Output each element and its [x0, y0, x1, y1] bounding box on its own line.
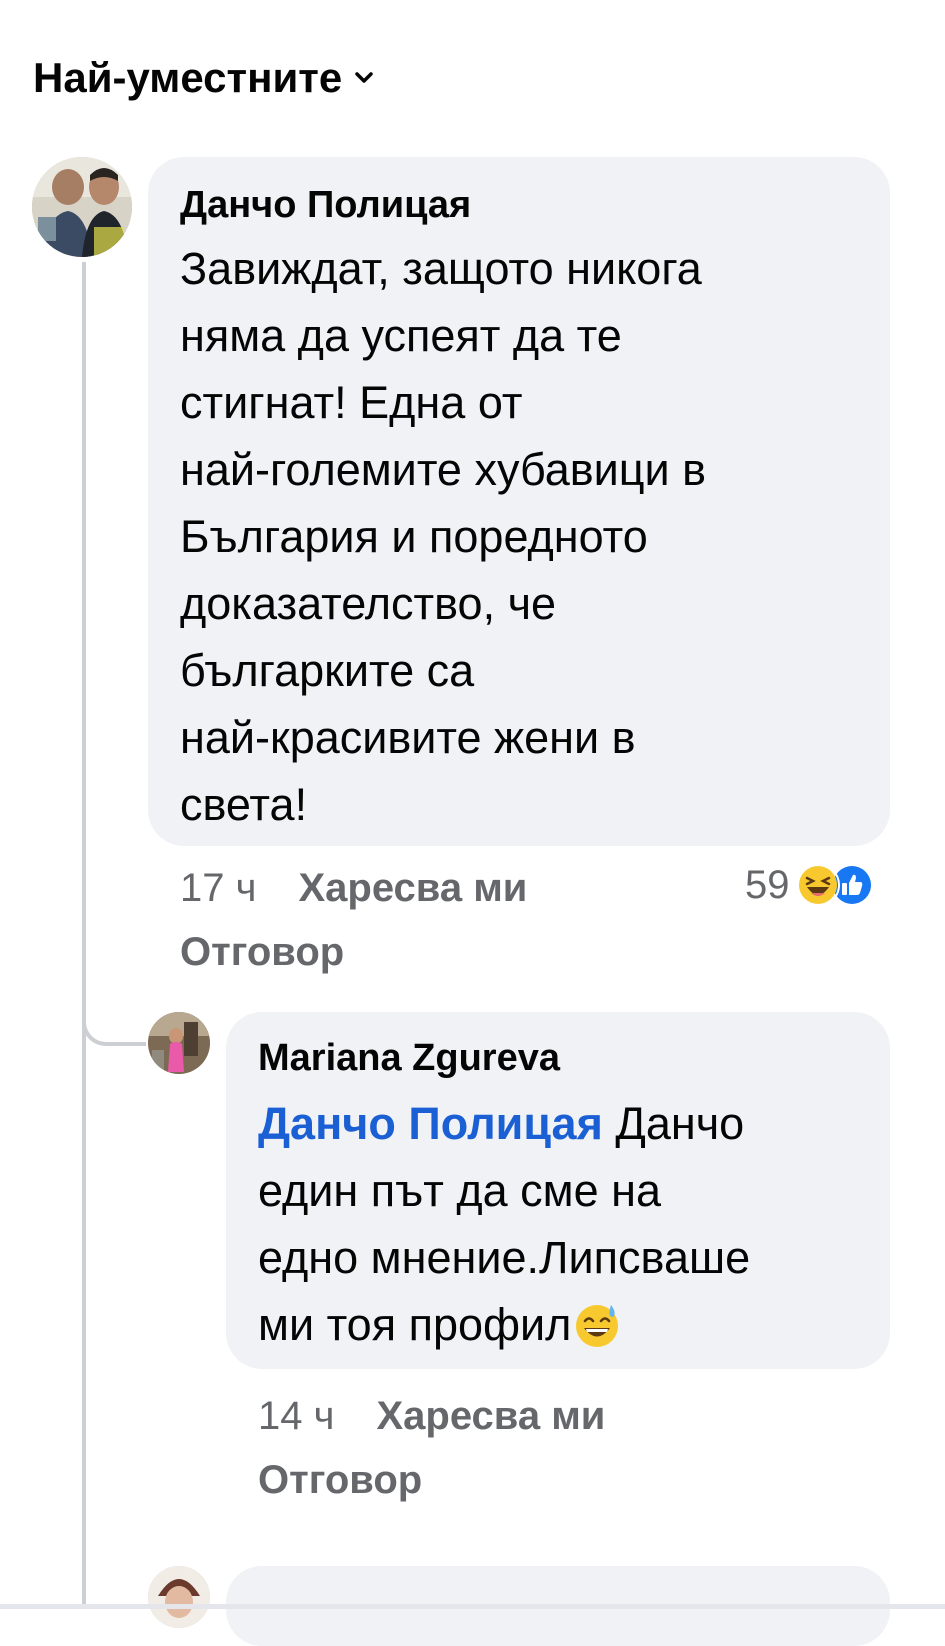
comment-text-line: света! — [180, 779, 308, 830]
comment-text-line: Завиждат, защото никога — [180, 243, 702, 294]
like-button[interactable]: Харесва ми — [298, 866, 527, 910]
comment-text-line: българките са — [180, 645, 475, 696]
comment-text-line: България и поредното — [180, 511, 648, 562]
reply-text-segment: Данчо — [602, 1098, 745, 1149]
reply-text-segment: ми тоя профил — [258, 1299, 572, 1350]
reply-timestamp[interactable]: 14 ч — [258, 1394, 334, 1438]
reply-text: Данчо Полицая Данчо един път да сме на е… — [258, 1090, 862, 1358]
comment-timestamp[interactable]: 17 ч — [180, 866, 256, 910]
reply-actions: 14 ч Харесва ми Отговор — [258, 1384, 718, 1512]
reply-button[interactable]: Отговор — [258, 1458, 422, 1502]
chevron-down-icon — [354, 71, 374, 85]
comment-actions: 17 ч Харесва ми Отговор — [180, 856, 600, 984]
comment-text-line: стигнат! Една от — [180, 377, 523, 428]
reaction-summary[interactable]: 59 — [745, 860, 874, 910]
reply-text-line: един път да сме на — [258, 1165, 662, 1216]
reply-author[interactable]: Mariana Zgureva — [258, 1036, 862, 1080]
comment-author[interactable]: Данчо Полицая — [180, 183, 860, 227]
reply-button[interactable]: Отговор — [180, 930, 344, 974]
sort-label: Най-уместните — [33, 54, 343, 101]
comment-text-line: най-красивите жени в — [180, 712, 636, 763]
avatar[interactable] — [32, 157, 132, 257]
reply-text-line: ми тоя профил — [258, 1291, 862, 1358]
sort-dropdown[interactable]: Най-уместните — [33, 54, 374, 102]
reply-text-line: Данчо Полицая Данчо — [258, 1090, 862, 1157]
comment-text-line: няма да успеят да те — [180, 310, 622, 361]
reply-text-line: едно мнение.Липсваше — [258, 1232, 751, 1283]
comment-text-line: доказателство, че — [180, 578, 557, 629]
mention-link[interactable]: Данчо Полицая — [258, 1098, 603, 1149]
reply-connector — [82, 1010, 146, 1046]
comment-bubble: Данчо Полицая Завиждат, защото никога ня… — [148, 157, 890, 846]
like-button[interactable]: Харесва ми — [376, 1394, 605, 1438]
laughing-emoji-icon — [795, 863, 840, 907]
reply-bubble: Mariana Zgureva Данчо Полицая Данчо един… — [226, 1012, 890, 1369]
thread-line — [82, 262, 86, 1609]
avatar[interactable] — [148, 1012, 210, 1074]
reaction-count: 59 — [745, 862, 790, 907]
grinning-sweat-emoji-icon — [573, 1301, 621, 1349]
comment-text-line: най-големите хубавици в — [180, 444, 707, 495]
avatar[interactable] — [148, 1566, 210, 1628]
divider — [0, 1604, 945, 1609]
comment-text: Завиждат, защото никога няма да успеят д… — [180, 235, 860, 838]
